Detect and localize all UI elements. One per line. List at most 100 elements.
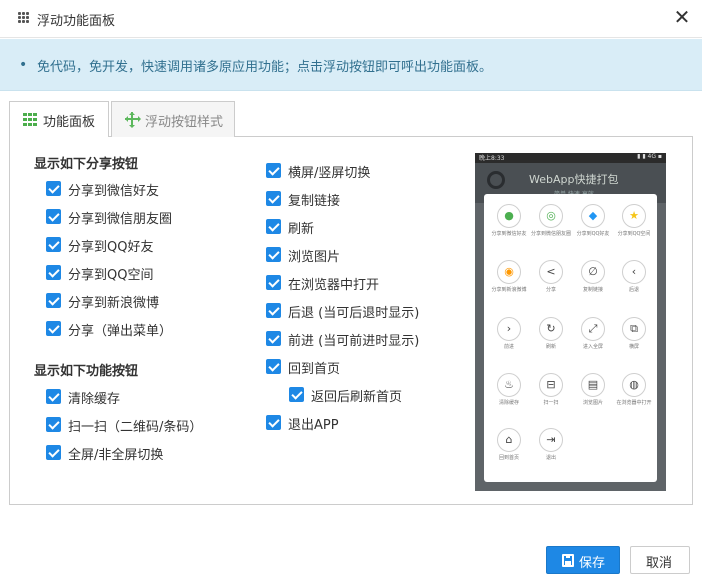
preview-item-landscape: ⧉ 横屏: [612, 317, 656, 367]
checkbox-label: 分享到QQ空间: [68, 268, 154, 283]
tab-label: 浮动按钮样式: [145, 115, 224, 130]
preview-item-label: 分享到新浪微博: [491, 287, 527, 293]
checkbox-checked-icon: [266, 275, 281, 290]
checkbox-label: 刷新: [288, 222, 315, 237]
preview-item-qq: ◆ 分享到QQ好友: [571, 204, 615, 254]
checkbox-label: 分享（弹出菜单）: [68, 324, 173, 339]
checkbox-label: 横屏/竖屏切换: [288, 166, 371, 181]
qq-icon: ◆: [581, 204, 605, 228]
checkbox-label: 前进 (当可前进时显示): [288, 334, 420, 349]
exit-icon: ⇥: [539, 428, 563, 452]
tab-bar: 功能面板 浮动按钮样式: [9, 101, 693, 138]
chevron-right-icon: ›: [497, 317, 521, 341]
checkbox-checked-icon: [46, 389, 61, 404]
wechat-icon: ●: [497, 204, 521, 228]
checkbox-checked-icon: [266, 191, 281, 206]
tab-float-button-style[interactable]: 浮动按钮样式: [111, 101, 235, 137]
checkbox-label: 清除缓存: [68, 392, 121, 407]
checkbox-label: 后退 (当可后退时显示): [288, 306, 420, 321]
chevron-left-icon: ‹: [622, 260, 646, 284]
checkbox-label: 返回后刷新首页: [311, 390, 403, 405]
preview-item-label: 前进: [503, 344, 514, 350]
dialog-titlebar: 浮动功能面板 ✕: [0, 0, 702, 38]
fullscreen-icon: ⤢: [581, 317, 605, 341]
info-notice: • 免代码，免开发，快速调用诸多原应用功能；点击浮动按钮即可呼出功能面板。: [0, 39, 702, 91]
status-time: 晚上8:33: [479, 155, 505, 162]
checkbox-checked-icon: [266, 331, 281, 346]
float-button-icon: [487, 171, 505, 189]
preview-item-open-browser: ◍ 在浏览器中打开: [612, 373, 656, 423]
checkbox-label: 退出APP: [288, 418, 339, 433]
preview-item-label: 分享到QQ空间: [617, 231, 651, 237]
preview-item-scan: ⊟ 扫一扫: [529, 373, 573, 423]
floppy-disk-icon: [562, 554, 574, 567]
checkbox-label: 分享到微信好友: [68, 184, 160, 199]
preview-item-weibo: ◉ 分享到新浪微博: [487, 260, 531, 310]
preview-item-home: ⌂ 回到首页: [487, 428, 531, 478]
grid-menu-icon: [18, 12, 30, 24]
cancel-button[interactable]: 取消: [630, 546, 690, 574]
checkbox-checked-icon: [266, 303, 281, 318]
preview-item-label: 在浏览器中打开: [616, 400, 652, 406]
phone-function-grid: ● 分享到微信好友 ◎ 分享到微信朋友圈 ◆ 分享到QQ好友 ★ 分享到QQ空间 ◉ 分享…: [484, 194, 657, 482]
preview-item-exit: ⇥ 退出: [529, 428, 573, 478]
checkbox-label: 复制链接: [288, 194, 341, 209]
share-icon: <: [539, 260, 563, 284]
close-icon[interactable]: ✕: [672, 7, 692, 28]
preview-item-label: 退出: [545, 455, 556, 461]
preview-item-label: 分享到QQ好友: [576, 231, 610, 237]
checkbox-checked-icon: [266, 219, 281, 234]
notice-bullet: •: [19, 57, 28, 73]
save-button[interactable]: 保存: [546, 546, 620, 574]
preview-item-label: 刷新: [545, 344, 556, 350]
checkbox-checked-icon: [266, 359, 281, 374]
scan-icon: ⊟: [539, 373, 563, 397]
tab-function-panel[interactable]: 功能面板: [9, 101, 109, 138]
checkbox-checked-icon: [46, 321, 61, 336]
image-icon: ▤: [581, 373, 605, 397]
dialog-title: 浮动功能面板: [37, 14, 116, 29]
checkbox-checked-icon: [266, 415, 281, 430]
preview-item-label: 进入全屏: [582, 344, 603, 350]
grid-icon: [23, 113, 37, 126]
cancel-button-label: 取消: [646, 556, 673, 571]
qzone-star-icon: ★: [622, 204, 646, 228]
preview-item-refresh: ↻ 刷新: [529, 317, 573, 367]
checkbox-checked-icon: [46, 445, 61, 460]
preview-item-label: 浏览图片: [582, 400, 603, 406]
save-button-label: 保存: [579, 556, 606, 571]
checkbox-checked-icon: [266, 247, 281, 262]
preview-item-share: < 分享: [529, 260, 573, 310]
checkbox-checked-icon: [289, 387, 304, 402]
checkbox-checked-icon: [46, 293, 61, 308]
share-section-title: 显示如下分享按钮: [34, 157, 139, 172]
preview-item-label: 回到首页: [498, 455, 519, 461]
checkbox-label: 分享到新浪微博: [68, 296, 160, 311]
preview-item-clear-cache: ♨ 清除缓存: [487, 373, 531, 423]
preview-item-forward: › 前进: [487, 317, 531, 367]
home-icon: ⌂: [497, 428, 521, 452]
preview-item-qzone: ★ 分享到QQ空间: [612, 204, 656, 254]
preview-item-wechat: ● 分享到微信好友: [487, 204, 531, 254]
preview-item-label: 扫一扫: [543, 400, 559, 406]
link-icon: ∅: [581, 260, 605, 284]
checkbox-checked-icon: [46, 265, 61, 280]
checkbox-checked-icon: [46, 209, 61, 224]
preview-item-browse-images: ▤ 浏览图片: [571, 373, 615, 423]
preview-item-label: 后退: [628, 287, 639, 293]
phone-app-title: WebApp快捷打包: [529, 173, 619, 186]
preview-item-label: 复制链接: [582, 287, 603, 293]
preview-item-label: 清除缓存: [498, 400, 519, 406]
checkbox-label: 浏览图片: [288, 250, 341, 265]
broom-icon: ♨: [497, 373, 521, 397]
moments-icon: ◎: [539, 204, 563, 228]
checkbox-label: 分享到QQ好友: [68, 240, 154, 255]
checkbox-checked-icon: [46, 237, 61, 252]
rotate-icon: ⧉: [622, 317, 646, 341]
preview-item-label: 分享到微信好友: [491, 231, 527, 237]
tab-label: 功能面板: [43, 115, 96, 130]
checkbox-checked-icon: [46, 417, 61, 432]
preview-item-fullscreen: ⤢ 进入全屏: [571, 317, 615, 367]
preview-item-label: 分享到微信朋友圈: [530, 231, 571, 237]
checkbox-label: 扫一扫（二维码/条码）: [68, 420, 203, 435]
